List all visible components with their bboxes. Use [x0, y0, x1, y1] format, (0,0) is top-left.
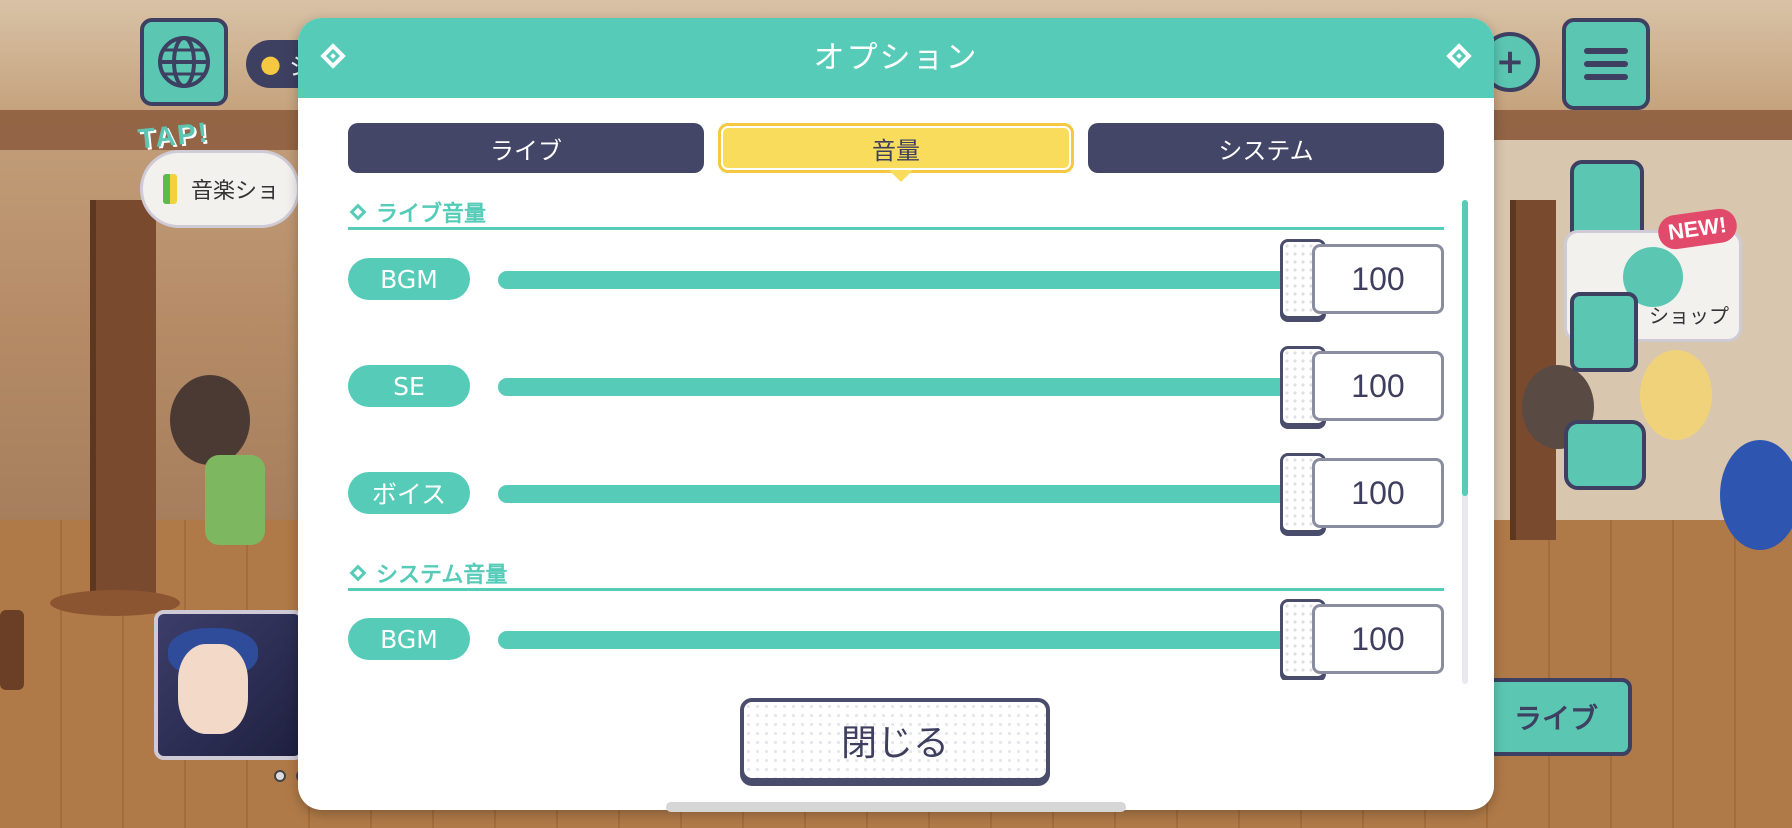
volume-value-input[interactable]: 100 [1312, 604, 1444, 674]
tab-live[interactable]: ライブ [348, 123, 704, 173]
diamond-bullet-icon [349, 203, 367, 220]
event-banner[interactable] [154, 610, 304, 760]
chair [0, 610, 24, 690]
character-head [170, 375, 250, 465]
shop-label: ショップ [1649, 304, 1729, 328]
volume-slider-fill [498, 271, 1303, 289]
volume-slider-track[interactable] [498, 485, 1378, 503]
section-title-text: システム音量 [376, 562, 508, 588]
music-shop-label: 音楽ショ [191, 179, 280, 204]
home-indicator[interactable] [666, 802, 1126, 812]
volume-row-live-se: SE 100 [348, 346, 1444, 426]
tab-volume[interactable]: 音量 [718, 123, 1074, 182]
tab-bar: ライブ 音量 システム [348, 123, 1444, 182]
dialog-title: オプション [813, 40, 979, 76]
section-title-text: ライブ音量 [376, 201, 487, 227]
volume-slider-track[interactable] [498, 271, 1378, 289]
menu-button[interactable] [1562, 18, 1650, 110]
settings-scroll-area[interactable]: ライブ音量 BGM 100 SE 100 ボイス 100 システム音量 BGM … [348, 196, 1444, 680]
section-title-system-volume: システム音量 [348, 557, 1444, 591]
volume-label: BGM [348, 618, 470, 660]
volume-label: BGM [348, 258, 470, 300]
volume-value-input[interactable]: 100 [1312, 244, 1444, 314]
diamond-bullet-icon [349, 564, 367, 581]
friends-button[interactable] [1564, 420, 1646, 490]
volume-slider-track[interactable] [498, 631, 1378, 649]
music-shop-button[interactable]: 音楽ショ [140, 150, 300, 228]
location-pin-icon: ● [260, 50, 281, 78]
volume-row-live-bgm: BGM 100 [348, 239, 1444, 319]
volume-slider-fill [498, 378, 1303, 396]
scrollbar[interactable] [1462, 200, 1468, 684]
beginner-mark-icon [163, 174, 177, 204]
banner-character-face [178, 644, 248, 734]
character-head [1720, 440, 1792, 550]
options-dialog: オプション ライブ 音量 システム ライブ音量 BGM 100 SE 100 ボ… [298, 18, 1494, 810]
hamburger-icon [1584, 48, 1628, 54]
volume-slider-fill [498, 485, 1303, 503]
scrollbar-thumb[interactable] [1462, 200, 1468, 496]
volume-value-input[interactable]: 100 [1312, 458, 1444, 528]
section-title-live-volume: ライブ音量 [348, 196, 1444, 230]
volume-value-input[interactable]: 100 [1312, 351, 1444, 421]
globe-icon [158, 36, 210, 88]
volume-label: SE [348, 365, 470, 407]
volume-slider-track[interactable] [498, 378, 1378, 396]
close-button[interactable]: 閉じる [740, 698, 1050, 782]
tab-system[interactable]: システム [1088, 123, 1444, 173]
volume-row-system-bgm: BGM 100 [348, 599, 1444, 679]
character-body [205, 455, 265, 545]
mission-button[interactable] [1570, 292, 1638, 372]
live-button[interactable]: ライブ [1480, 678, 1632, 756]
volume-label: ボイス [348, 472, 470, 514]
pillar [90, 200, 156, 600]
volume-slider-fill [498, 631, 1303, 649]
character-head [1640, 350, 1712, 440]
volume-row-live-voice: ボイス 100 [348, 453, 1444, 533]
globe-button[interactable] [140, 18, 228, 106]
